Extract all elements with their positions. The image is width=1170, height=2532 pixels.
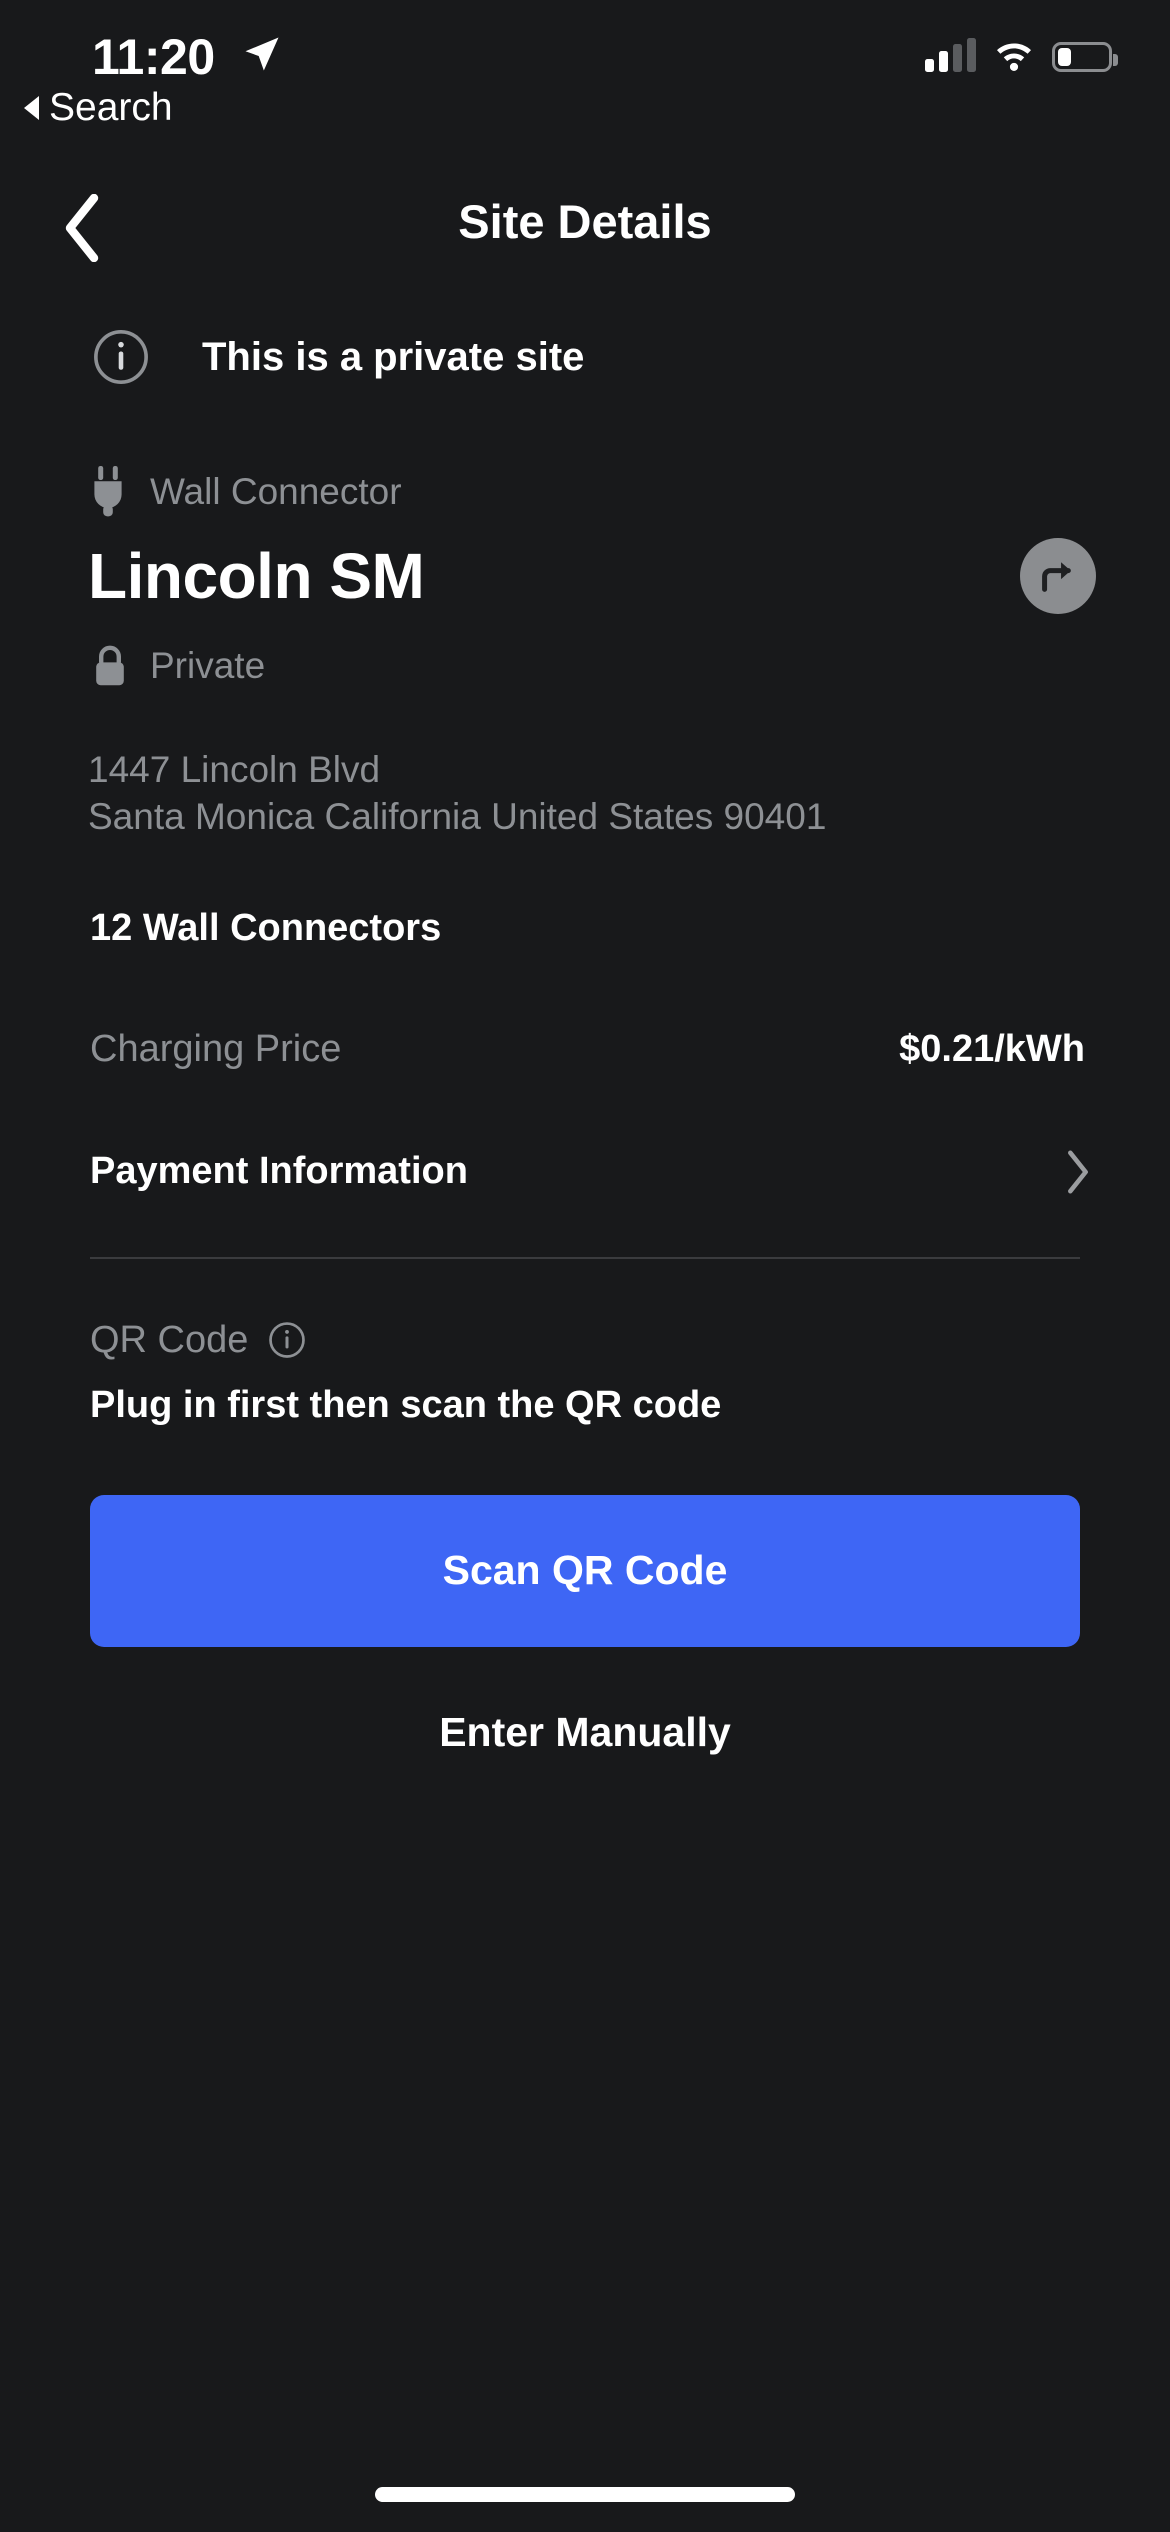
status-bar: 11:20 Search bbox=[0, 0, 1170, 129]
main-content: This is a private site Wall Connector Li… bbox=[0, 275, 1170, 1756]
address-line-1: 1447 Lincoln Blvd bbox=[88, 749, 381, 790]
connector-type-label: Wall Connector bbox=[150, 471, 402, 512]
page-title: Site Details bbox=[458, 195, 712, 248]
private-site-notice-label: This is a private site bbox=[202, 334, 585, 379]
connectors-count: 12 Wall Connectors bbox=[90, 906, 442, 949]
status-bar-time: 11:20 bbox=[92, 29, 215, 85]
cellular-signal-icon bbox=[925, 38, 976, 72]
back-to-search-label: Search bbox=[49, 86, 173, 129]
private-site-notice: This is a private site bbox=[0, 275, 1170, 386]
nav-bar: Site Details bbox=[0, 180, 1170, 275]
qr-code-instruction: Plug in first then scan the QR code bbox=[90, 1383, 722, 1426]
payment-information-row[interactable]: Payment Information bbox=[0, 1071, 1170, 1195]
directions-button[interactable] bbox=[1020, 538, 1096, 614]
scan-qr-code-button[interactable]: Scan QR Code bbox=[90, 1494, 1080, 1647]
wifi-icon bbox=[997, 43, 1031, 71]
directions-arrow-icon bbox=[1042, 562, 1071, 592]
app-screen: 11:20 Search Site Details This is a priv… bbox=[0, 0, 1170, 2532]
back-to-search-button[interactable]: Search bbox=[24, 86, 173, 130]
site-name: Lincoln SM bbox=[88, 540, 425, 612]
site-name-row: Lincoln SM bbox=[0, 518, 1170, 614]
status-bar-indicators bbox=[925, 38, 1118, 72]
qr-code-section-header: QR Code bbox=[0, 1259, 1170, 1362]
address-line-2: Santa Monica California United States 90… bbox=[88, 796, 827, 838]
home-indicator[interactable] bbox=[375, 2487, 795, 2502]
battery-low-icon bbox=[1052, 42, 1118, 72]
site-address: 1447 Lincoln Blvd Santa Monica Californi… bbox=[0, 688, 1170, 841]
triangle-left-icon bbox=[24, 96, 39, 120]
connector-type-row: Wall Connector bbox=[0, 386, 1170, 518]
info-circle-icon[interactable] bbox=[268, 1321, 306, 1359]
access-label: Private bbox=[150, 645, 266, 686]
qr-code-section-label: QR Code bbox=[90, 1318, 249, 1361]
chevron-right-icon bbox=[1068, 1150, 1088, 1194]
charging-price-label: Charging Price bbox=[90, 1027, 342, 1070]
payment-information-label: Payment Information bbox=[90, 1150, 468, 1193]
plug-icon bbox=[94, 466, 122, 517]
lock-icon bbox=[96, 645, 124, 686]
info-circle-icon[interactable] bbox=[92, 328, 150, 386]
charging-price-row: Charging Price $0.21/kWh bbox=[0, 950, 1170, 1071]
enter-manually-button[interactable]: Enter Manually bbox=[0, 1709, 1170, 1756]
location-arrow-icon bbox=[245, 37, 279, 71]
access-row: Private bbox=[0, 614, 1170, 688]
charging-price-value: $0.21/kWh bbox=[899, 1027, 1085, 1070]
